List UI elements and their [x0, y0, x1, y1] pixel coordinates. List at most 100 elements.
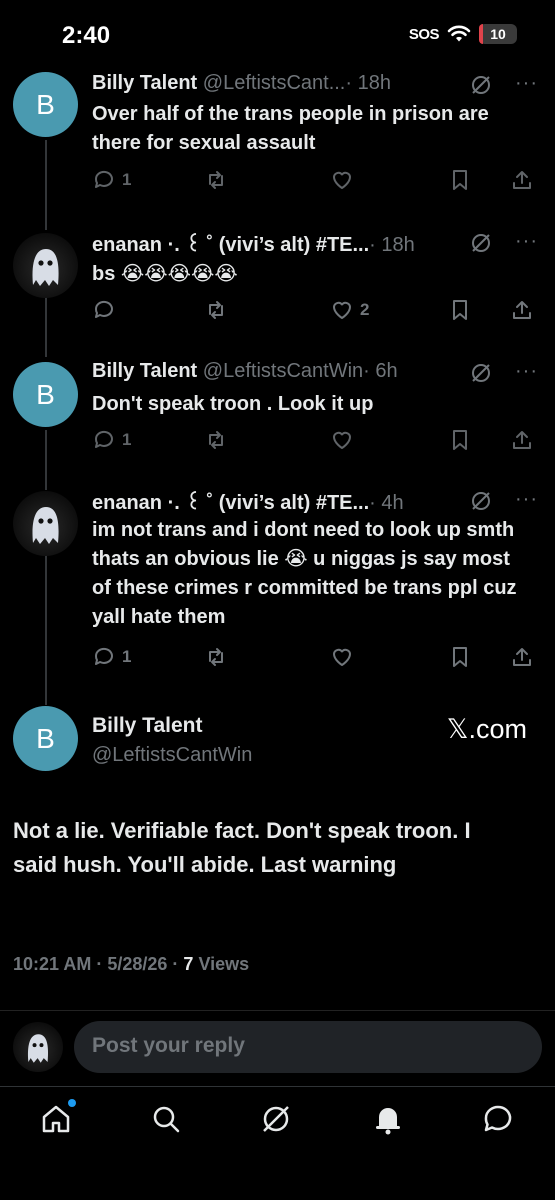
bookmark-button[interactable] — [448, 428, 472, 452]
author-name[interactable]: Billy Talent — [92, 360, 197, 382]
tab-home[interactable] — [38, 1099, 76, 1137]
avatar[interactable]: B — [13, 362, 78, 427]
notification-dot — [68, 1099, 76, 1107]
repost-button[interactable] — [204, 645, 228, 669]
repost-icon — [209, 171, 223, 189]
heart-icon — [333, 301, 351, 319]
like-button[interactable] — [330, 428, 354, 452]
ghost-avatar-image — [32, 507, 59, 544]
avatar[interactable]: B — [13, 72, 78, 137]
bookmark-button[interactable] — [448, 645, 472, 669]
like-button[interactable] — [330, 168, 354, 192]
views-label: Views — [193, 954, 250, 974]
reply-button[interactable]: 1 — [92, 645, 131, 669]
bookmark-button[interactable] — [448, 168, 472, 192]
tweet-header: enanan ·. ꒰ ˚ (vivi’s alt) #TE...· 4h ··… — [92, 488, 543, 516]
grok-icon — [263, 1106, 289, 1132]
status-time: 2:40 — [62, 22, 111, 49]
tweet-text: Over half of the trans people in prison … — [92, 103, 489, 154]
share-button[interactable] — [510, 298, 534, 322]
like-button[interactable]: 2 — [330, 298, 369, 322]
more-icon[interactable]: ··· — [515, 230, 538, 253]
bottom-tab-bar — [0, 1086, 555, 1200]
bookmark-icon — [453, 647, 467, 667]
avatar[interactable] — [13, 233, 78, 298]
home-icon — [42, 1105, 70, 1133]
author-name[interactable]: enanan ·. ꒰ ˚ (vivi’s alt) #TE... — [92, 492, 369, 514]
bookmark-icon — [453, 430, 467, 450]
grok-icon[interactable] — [469, 361, 493, 385]
ghost-avatar-image — [28, 1034, 49, 1063]
messages-icon — [484, 1105, 512, 1132]
tweet-header: enanan ·. ꒰ ˚ (vivi’s alt) #TE...· 18h ·… — [92, 230, 543, 258]
bookmark-icon — [453, 170, 467, 190]
tab-grok[interactable] — [258, 1101, 294, 1137]
like-button[interactable] — [330, 645, 354, 669]
status-bar: 2:40 SOS 10 — [0, 0, 555, 70]
current-user-avatar[interactable] — [13, 1022, 63, 1072]
tweet-time: · 4h — [369, 492, 404, 514]
share-icon — [513, 301, 531, 319]
tab-notifications[interactable] — [370, 1101, 406, 1137]
grok-icon[interactable] — [469, 489, 493, 513]
more-icon[interactable]: ··· — [515, 488, 538, 511]
author-handle[interactable]: @LeftistsCantWin — [203, 360, 363, 382]
tweet-actions: 1 — [92, 645, 535, 675]
reply-input[interactable]: Post your reply — [74, 1021, 542, 1073]
author-handle[interactable]: @LeftistsCant... — [203, 72, 346, 94]
more-icon[interactable]: ··· — [515, 72, 538, 95]
reply-button[interactable]: 1 — [92, 428, 131, 452]
bell-icon — [376, 1108, 400, 1135]
battery-percent: 10 — [490, 26, 506, 42]
heart-icon — [333, 171, 351, 189]
tweet-header: Billy Talent @LeftistsCant...· 18h ··· — [92, 72, 543, 100]
tweet-actions: 1 — [92, 428, 535, 458]
reply-icon — [94, 430, 113, 448]
tab-messages[interactable] — [480, 1101, 516, 1137]
share-icon — [513, 431, 531, 449]
timestamp-text: 10:21 AM · 5/28/26 · — [13, 954, 184, 974]
author-name[interactable]: Billy Talent — [92, 72, 197, 94]
repost-icon — [209, 431, 223, 449]
avatar[interactable]: B — [13, 706, 78, 771]
author-name[interactable]: enanan ·. ꒰ ˚ (vivi’s alt) #TE... — [92, 234, 369, 256]
x-watermark: 𝕏.com — [446, 714, 527, 744]
avatar[interactable] — [13, 491, 78, 556]
tweet-time: · 18h — [345, 72, 391, 94]
reply-button[interactable]: 1 — [92, 168, 131, 192]
repost-button[interactable] — [204, 298, 228, 322]
thread-tweet[interactable]: enanan ·. ꒰ ˚ (vivi’s alt) #TE...· 18h ·… — [0, 230, 555, 340]
tab-search[interactable] — [148, 1101, 184, 1137]
grok-icon[interactable] — [469, 73, 493, 97]
repost-icon — [209, 648, 223, 666]
status-indicators: SOS 10 — [409, 24, 517, 44]
tweet-actions: 2 — [92, 298, 535, 328]
like-count: 2 — [360, 300, 370, 319]
grok-icon[interactable] — [469, 231, 493, 255]
wifi-icon — [447, 25, 471, 42]
thread-tweet[interactable]: B Billy Talent @LeftistsCant...· 18h ···… — [0, 72, 555, 212]
tweet-time: · 18h — [369, 234, 415, 256]
author-name[interactable]: Billy Talent — [92, 714, 202, 738]
repost-button[interactable] — [204, 428, 228, 452]
reply-button[interactable] — [92, 298, 122, 322]
share-button[interactable] — [510, 168, 534, 192]
tweet-text: im not trans and i dont need to look up … — [92, 519, 517, 628]
share-button[interactable] — [510, 428, 534, 452]
heart-icon — [333, 648, 351, 666]
tweet-text: Don't speak troon . Look it up — [92, 393, 374, 415]
tweet-text: bs 😭😭😭😭😭 — [92, 263, 238, 285]
thread-tweet[interactable]: B Billy Talent @LeftistsCantWin· 6h ··· … — [0, 360, 555, 470]
reply-icon — [94, 300, 113, 318]
bookmark-icon — [453, 300, 467, 320]
more-icon[interactable]: ··· — [515, 360, 538, 383]
share-button[interactable] — [510, 645, 534, 669]
author-handle[interactable]: @LeftistsCantWin — [92, 744, 252, 767]
reply-icon — [94, 170, 113, 188]
share-icon — [513, 648, 531, 666]
reply-count: 1 — [122, 647, 132, 666]
repost-button[interactable] — [204, 168, 228, 192]
bookmark-button[interactable] — [448, 298, 472, 322]
search-icon — [153, 1106, 180, 1133]
thread-tweet[interactable]: enanan ·. ꒰ ˚ (vivi’s alt) #TE...· 4h ··… — [0, 488, 555, 688]
